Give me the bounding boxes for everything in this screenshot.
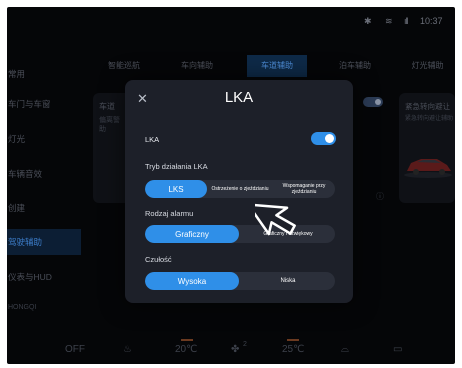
tab-cruise[interactable]: 智能巡航 — [99, 55, 149, 77]
bg-card-emergency-title: 紧急转向避让 — [405, 102, 450, 111]
signal-icon: ıll — [404, 16, 408, 26]
fan-icon[interactable]: ✤ — [231, 344, 239, 355]
sidebar-item-doors[interactable]: 车门与车窗 — [7, 91, 81, 117]
mode-option-lks[interactable]: LKS — [145, 180, 207, 198]
seat-heat-icon[interactable]: ♨ — [123, 344, 132, 355]
climate-bar: OFF ♨ 20℃ ✤ 2 25℃ ⌓ ▭ — [7, 337, 455, 363]
infotainment-screen: ✱ ≋ ıll 10:37 智能巡航 车向辅助 车道辅助 泊车辅助 灯光辅助 常… — [7, 7, 455, 364]
wifi-icon: ≋ — [385, 16, 393, 26]
lka-modal: ✕ LKA LKA Tryb działania LKA LKS Ostrzeż… — [125, 80, 353, 303]
defrost-rear-icon[interactable]: ▭ — [393, 344, 402, 355]
car-illustration — [404, 159, 452, 178]
sensitivity-option-low[interactable]: Niska — [243, 272, 333, 290]
alarm-option-graphic[interactable]: Graficzny — [145, 225, 239, 243]
modal-title: LKA — [224, 89, 254, 106]
brand-logo: HONGQI — [8, 304, 37, 311]
temp-right[interactable]: 25℃ — [282, 344, 304, 355]
tab-lights[interactable]: 灯光辅助 — [400, 55, 455, 77]
sensitivity-option-high[interactable]: Wysoka — [145, 272, 239, 290]
toggle-knob — [325, 134, 334, 143]
defrost-front-icon[interactable]: ⌓ — [341, 344, 349, 355]
sidebar-item-sound[interactable]: 车辆音效 — [7, 161, 81, 187]
lka-label: LKA — [145, 135, 160, 144]
tab-lane-assist[interactable]: 车道辅助 — [247, 55, 307, 77]
sidebar-item-common[interactable]: 常用 — [7, 61, 81, 87]
lka-toggle[interactable] — [311, 132, 336, 145]
temp-right-indicator — [287, 339, 299, 341]
sidebar-item-driver-assist[interactable]: 驾驶辅助 — [7, 229, 81, 255]
bg-card-emergency-sub: 紧急转向避让辅助 — [405, 116, 454, 122]
mode-label: Tryb działania LKA — [145, 162, 208, 171]
fan-level: 2 — [243, 341, 247, 348]
temp-left[interactable]: 20℃ — [175, 344, 197, 355]
sidebar-item-hud[interactable]: 仪表与HUD — [7, 264, 81, 290]
tab-parking[interactable]: 泊车辅助 — [327, 55, 383, 77]
info-icon: ⓘ — [376, 192, 384, 201]
sensitivity-label: Czułość — [145, 255, 172, 264]
bg-card-emergency: 紧急转向避让 紧急转向避让辅助 — [399, 93, 455, 203]
bluetooth-icon: ✱ — [364, 16, 372, 26]
climate-power-button[interactable]: OFF — [65, 344, 85, 355]
alarm-label: Rodzaj alarmu — [145, 209, 194, 218]
pointer-arrow-icon — [255, 203, 296, 236]
clock: 10:37 — [420, 16, 443, 26]
temp-left-indicator — [181, 339, 193, 341]
mode-segment: LKS Ostrzeżenie o zjeździaniu Wspomagani… — [145, 180, 335, 198]
sensitivity-segment: Wysoka Niska — [145, 272, 335, 290]
tab-direction[interactable]: 车向辅助 — [169, 55, 225, 77]
bg-toggle — [363, 97, 383, 107]
status-bar: ✱ ≋ ıll 10:37 — [7, 7, 455, 37]
sidebar-item-lights[interactable]: 灯光 — [7, 126, 81, 152]
bg-card-lane-title: 车道 — [99, 102, 115, 111]
bg-card-lane-sub2: 助 — [99, 126, 106, 133]
sidebar-item-create[interactable]: 创建 — [7, 195, 81, 221]
alarm-segment: Graficzny Graficzny i dźwiękowy — [145, 225, 335, 243]
